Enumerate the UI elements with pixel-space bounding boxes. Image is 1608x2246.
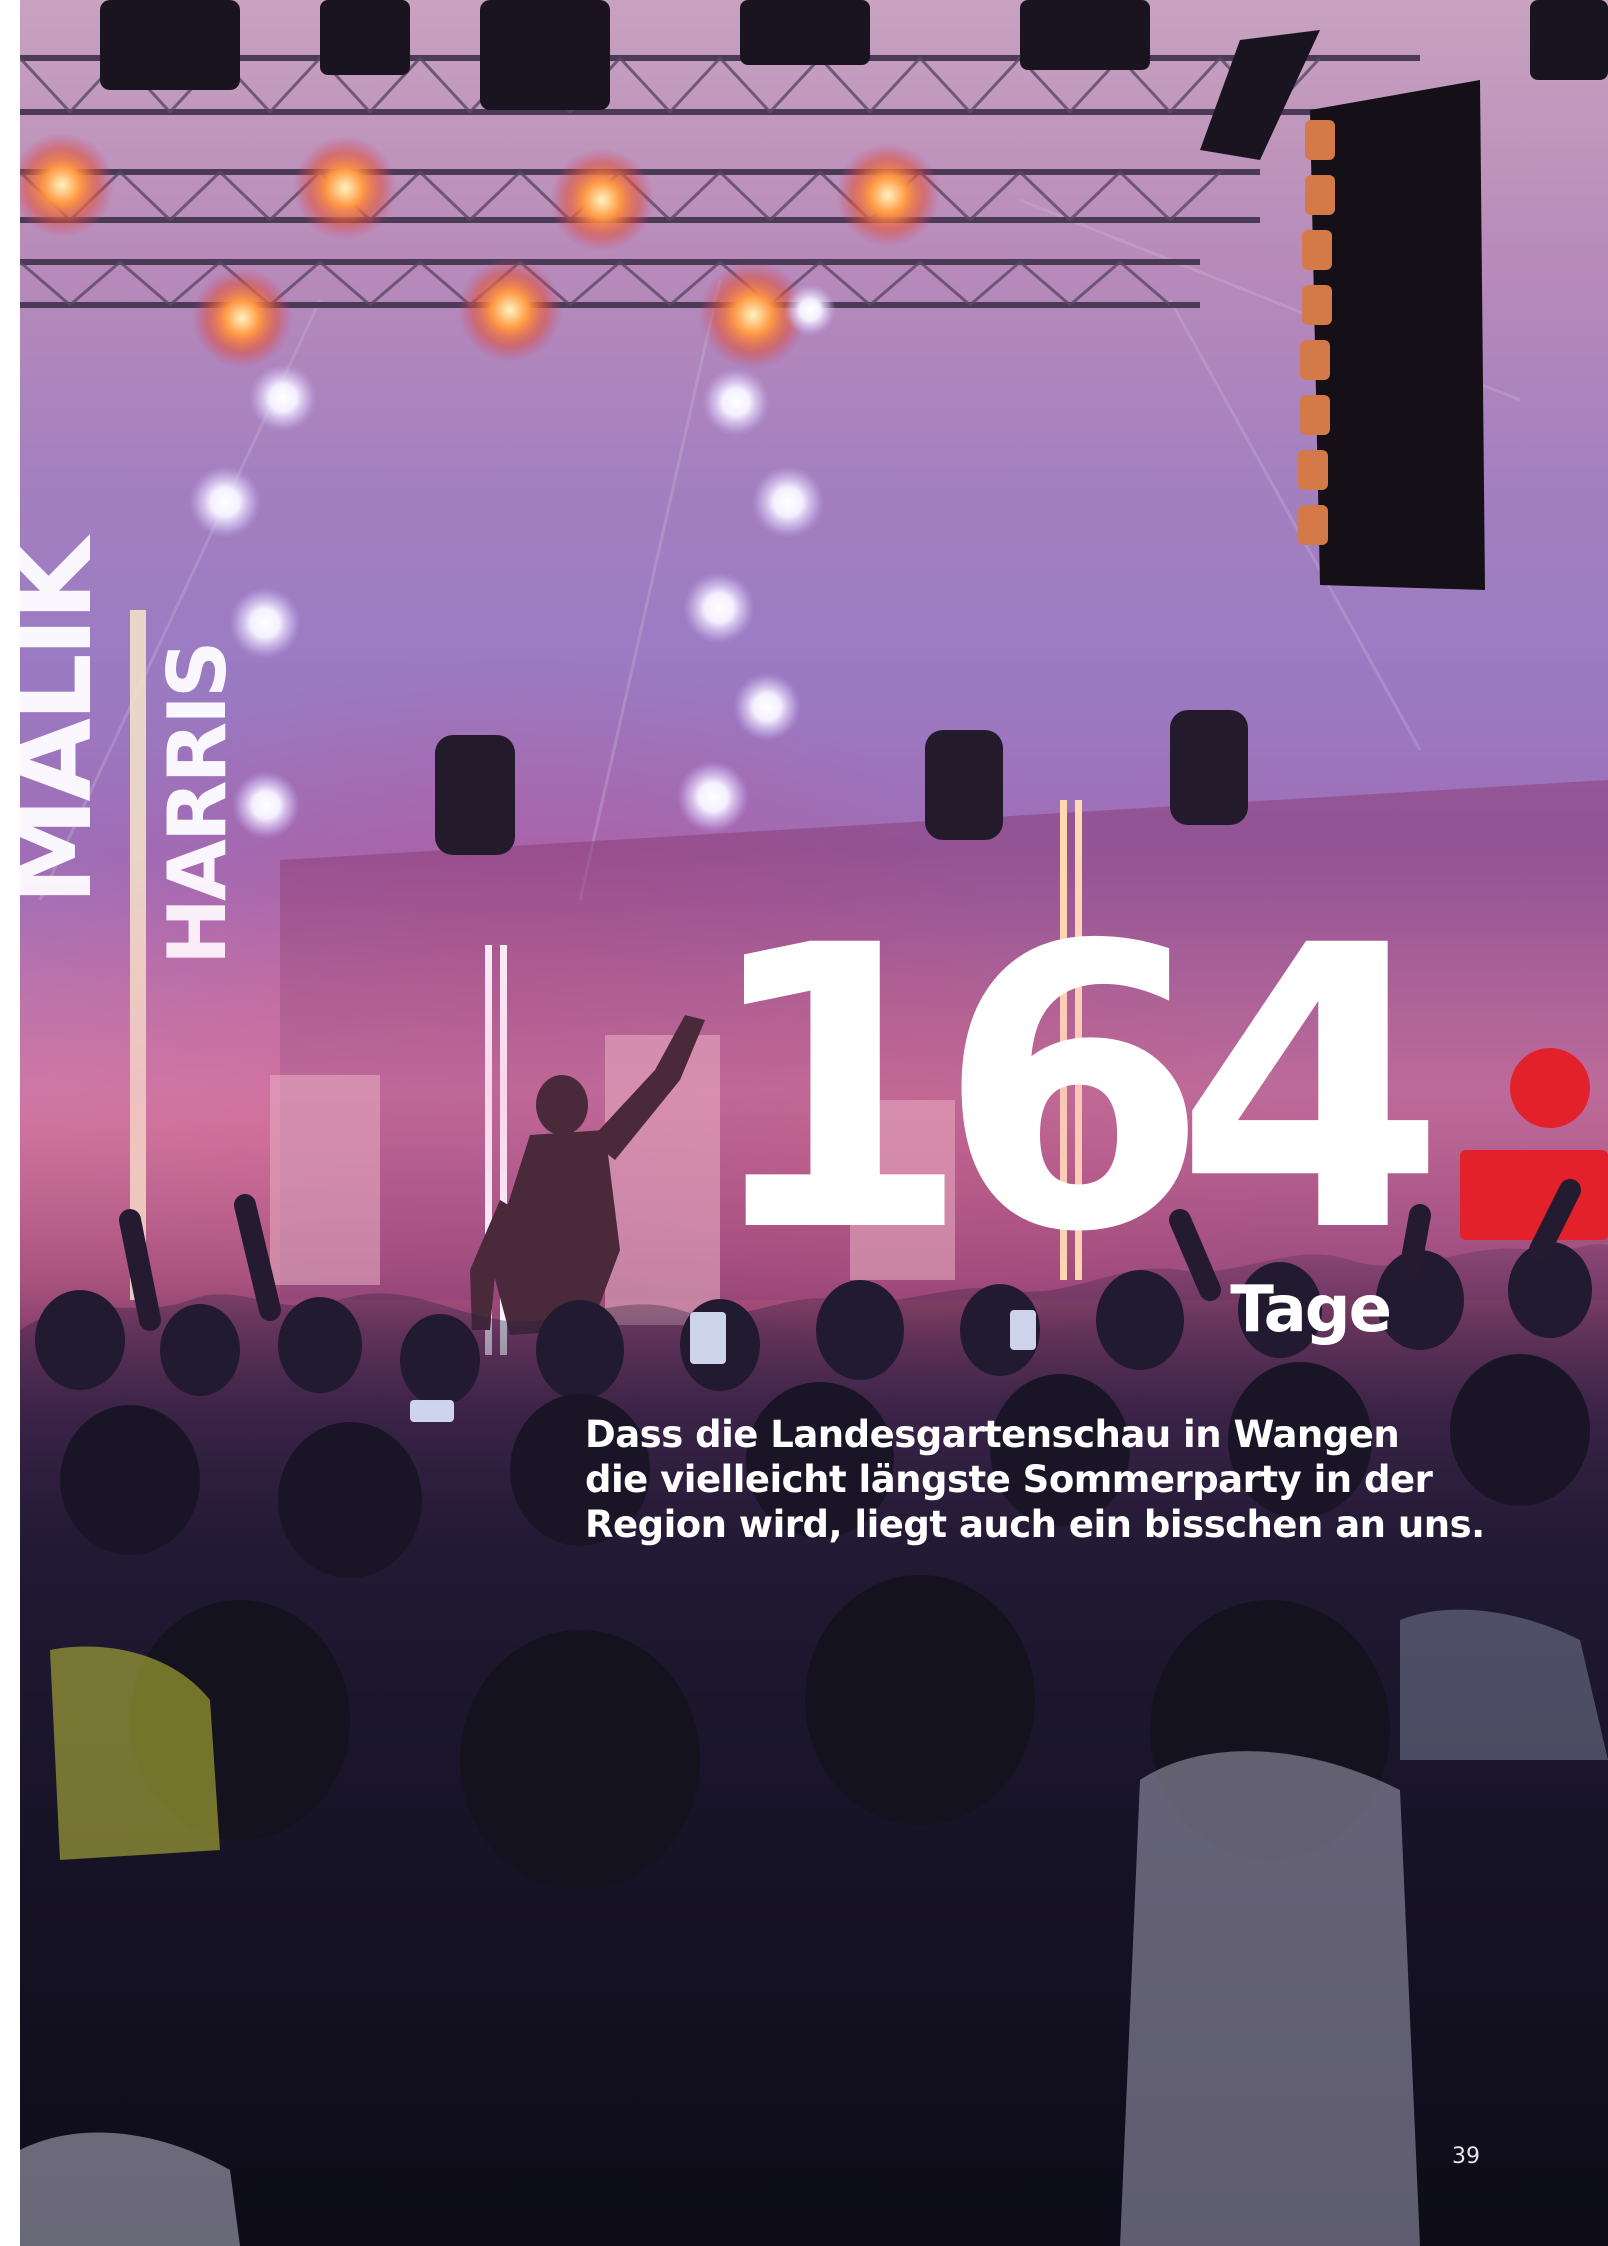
claim-line: Region wird, liegt auch ein bisschen an … xyxy=(585,1503,1485,1546)
claim-line: die vielleicht längste Sommerparty in de… xyxy=(585,1458,1433,1501)
stage-sign-first: MALIK xyxy=(20,534,116,905)
headline-unit: Tage xyxy=(1230,1273,1392,1347)
page-number: 39 xyxy=(1452,2144,1480,2169)
claim-text: Dass die Landesgartenschau in Wangen die… xyxy=(585,1412,1485,1547)
headline-number: 164 xyxy=(700,863,1446,1317)
claim-line: Dass die Landesgartenschau in Wangen xyxy=(585,1413,1400,1456)
magazine-page: MALIK HARRIS 164 Tage Dass die Landesgar… xyxy=(0,0,1608,2246)
